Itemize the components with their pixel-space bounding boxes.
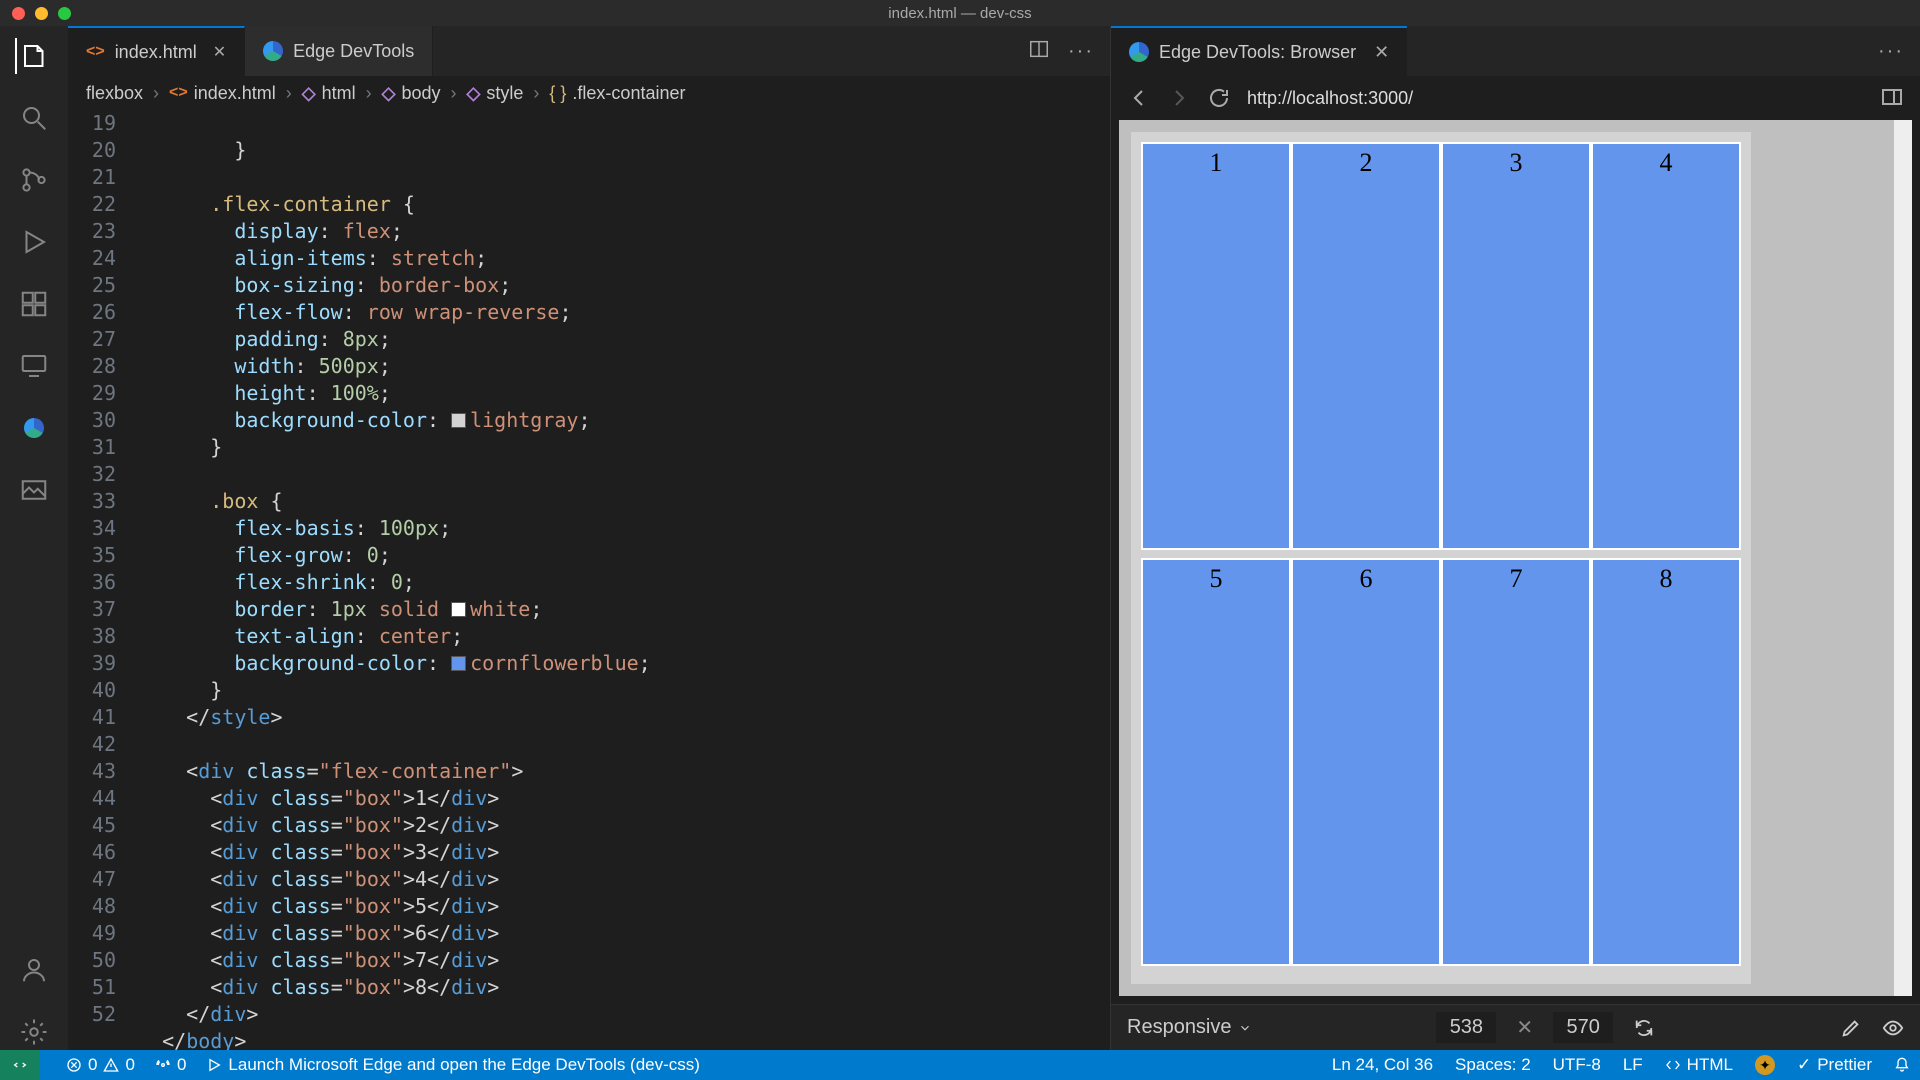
accounts-icon[interactable] xyxy=(16,952,52,988)
copilot-status[interactable]: ✦ xyxy=(1755,1055,1775,1075)
flex-box: 2 xyxy=(1291,142,1441,550)
address-bar[interactable]: http://localhost:3000/ xyxy=(1247,88,1864,109)
close-icon[interactable]: ✕ xyxy=(1374,42,1389,63)
maximize-window[interactable] xyxy=(58,7,71,20)
tab-label: Edge DevTools xyxy=(293,41,414,62)
extensions-icon[interactable] xyxy=(16,286,52,322)
edge-icon xyxy=(1129,42,1149,62)
ports-status[interactable]: 0 xyxy=(155,1055,186,1075)
eol-status[interactable]: LF xyxy=(1623,1055,1643,1075)
tab-edge-devtools[interactable]: Edge DevTools xyxy=(245,26,433,76)
flex-box: 1 xyxy=(1141,142,1291,550)
tab-label: Edge DevTools: Browser xyxy=(1159,42,1356,63)
minimize-window[interactable] xyxy=(35,7,48,20)
flex-box: 6 xyxy=(1291,558,1441,966)
remote-explorer-icon[interactable] xyxy=(16,348,52,384)
window-title: index.html — dev-css xyxy=(888,5,1031,22)
problems-status[interactable]: 0 0 xyxy=(66,1055,135,1075)
flex-box: 5 xyxy=(1141,558,1291,966)
indentation-status[interactable]: Spaces: 2 xyxy=(1455,1055,1531,1075)
prettier-status[interactable]: ✓Prettier xyxy=(1797,1055,1872,1075)
close-window[interactable] xyxy=(12,7,25,20)
reload-icon[interactable] xyxy=(1207,86,1231,110)
search-icon[interactable] xyxy=(16,100,52,136)
more-actions-icon[interactable]: ··· xyxy=(1878,40,1904,63)
launch-edge-status[interactable]: Launch Microsoft Edge and open the Edge … xyxy=(206,1055,700,1075)
status-bar: 0 0 0 Launch Microsoft Edge and open the… xyxy=(0,1050,1920,1080)
edit-icon[interactable] xyxy=(1840,1017,1862,1039)
flex-box: 4 xyxy=(1591,142,1741,550)
breadcrumb-seg[interactable]: ◇body xyxy=(382,83,441,104)
edge-icon xyxy=(263,41,283,61)
rotate-icon[interactable] xyxy=(1633,1017,1655,1039)
tab-label: index.html xyxy=(115,42,197,63)
tab-actions: ··· xyxy=(1028,26,1110,76)
tab-actions: ··· xyxy=(1878,26,1920,76)
breadcrumb[interactable]: flexbox › <>index.html › ◇html › ◇body ›… xyxy=(68,76,1110,110)
eye-icon[interactable] xyxy=(1882,1017,1904,1039)
warning-badge-icon: ✦ xyxy=(1755,1055,1775,1075)
encoding-status[interactable]: UTF-8 xyxy=(1553,1055,1601,1075)
tab-index-html[interactable]: <> index.html ✕ xyxy=(68,26,245,76)
breadcrumb-seg[interactable]: ◇html xyxy=(302,83,356,104)
settings-gear-icon[interactable] xyxy=(16,1014,52,1050)
breadcrumb-seg[interactable]: ◇style xyxy=(467,83,524,104)
breadcrumb-seg[interactable]: flexbox xyxy=(86,83,143,104)
code-editor[interactable]: 19 20 21 22 23 24 25 26 27 28 29 30 31 3… xyxy=(68,110,1110,1050)
run-debug-icon[interactable] xyxy=(16,224,52,260)
flex-box: 3 xyxy=(1441,142,1591,550)
breadcrumb-seg[interactable]: <>index.html xyxy=(169,83,276,104)
html-file-icon: <> xyxy=(86,43,105,61)
dimension-separator: ✕ xyxy=(1516,1015,1533,1040)
open-devtools-icon[interactable] xyxy=(1880,86,1904,110)
viewport-height[interactable] xyxy=(1553,1012,1613,1043)
devtools-tabs: Edge DevTools: Browser ✕ ··· xyxy=(1111,26,1920,76)
remote-indicator[interactable] xyxy=(0,1050,40,1080)
more-actions-icon[interactable]: ··· xyxy=(1068,40,1094,63)
device-dropdown[interactable]: Responsive xyxy=(1127,1016,1252,1039)
editor-panel: <> index.html ✕ Edge DevTools ··· flexbo… xyxy=(68,26,1110,1050)
breadcrumb-seg[interactable]: { }.flex-container xyxy=(549,83,685,104)
editor-tabs: <> index.html ✕ Edge DevTools ··· xyxy=(68,26,1110,76)
responsive-toolbar: Responsive ✕ xyxy=(1111,1004,1920,1050)
preview-scrollbar[interactable] xyxy=(1894,120,1912,996)
nav-forward-icon[interactable] xyxy=(1167,86,1191,110)
flex-container-preview: 1 2 3 4 5 6 7 8 xyxy=(1131,132,1751,984)
activity-bar xyxy=(0,26,68,1050)
source-control-icon[interactable] xyxy=(16,162,52,198)
viewport-width[interactable] xyxy=(1436,1012,1496,1043)
nav-back-icon[interactable] xyxy=(1127,86,1151,110)
browser-toolbar: http://localhost:3000/ xyxy=(1111,76,1920,120)
flex-box: 8 xyxy=(1591,558,1741,966)
edge-tools-icon[interactable] xyxy=(16,410,52,446)
browser-viewport[interactable]: 1 2 3 4 5 6 7 8 xyxy=(1119,120,1912,996)
window-controls xyxy=(12,7,71,20)
mac-titlebar: index.html — dev-css xyxy=(0,0,1920,26)
split-editor-icon[interactable] xyxy=(1028,38,1050,65)
flex-box: 7 xyxy=(1441,558,1591,966)
gallery-icon[interactable] xyxy=(16,472,52,508)
line-gutter: 19 20 21 22 23 24 25 26 27 28 29 30 31 3… xyxy=(68,110,138,1050)
code-lines[interactable]: } .flex-container { display: flex; align… xyxy=(138,110,1110,1050)
devtools-panel: Edge DevTools: Browser ✕ ··· http://loca… xyxy=(1110,26,1920,1050)
tab-devtools-browser[interactable]: Edge DevTools: Browser ✕ xyxy=(1111,26,1407,76)
explorer-icon[interactable] xyxy=(15,38,51,74)
notifications-icon[interactable] xyxy=(1894,1057,1910,1073)
close-icon[interactable]: ✕ xyxy=(213,42,226,62)
cursor-position[interactable]: Ln 24, Col 36 xyxy=(1332,1055,1433,1075)
language-mode[interactable]: HTML xyxy=(1665,1055,1733,1075)
